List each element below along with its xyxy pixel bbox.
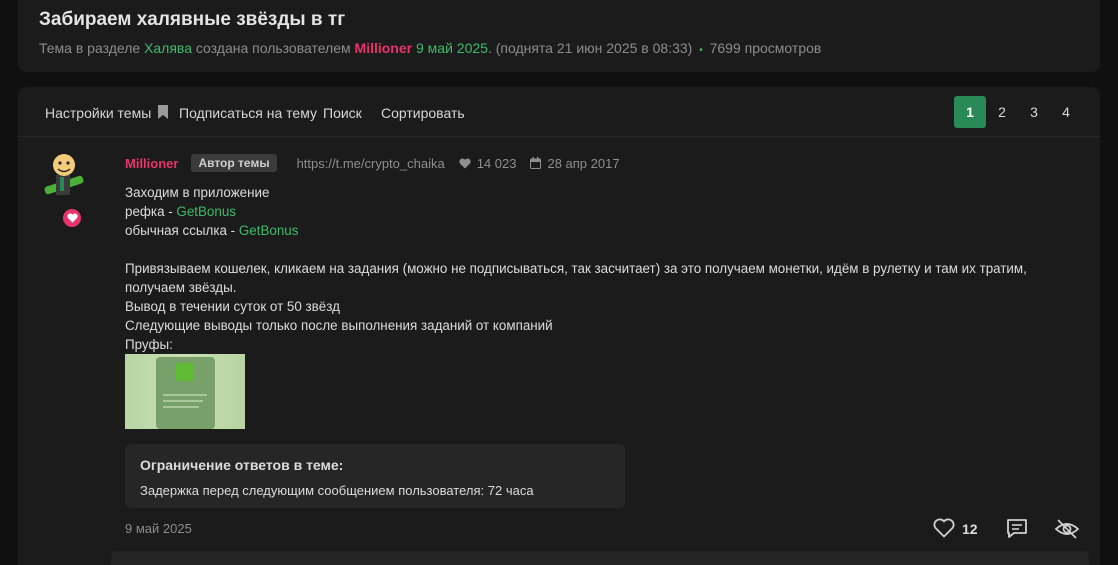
thread-title: Забираем халявные звёзды в тг	[39, 9, 346, 30]
post-date[interactable]: 9 май 2025	[125, 521, 192, 536]
meta-created: создана пользователем	[195, 40, 351, 56]
posts-card: Настройки темы Подписаться на тему Поиск…	[18, 87, 1100, 565]
heart-badge	[61, 207, 83, 229]
proof-text-line	[163, 406, 199, 408]
page-4[interactable]: 4	[1050, 96, 1082, 128]
like-count: 12	[962, 521, 978, 537]
proof-text-line	[163, 394, 207, 396]
views-count: 7699 просмотров	[709, 40, 822, 56]
calendar-icon	[530, 157, 542, 169]
proof-text-line	[163, 400, 203, 402]
like-icon[interactable]	[933, 518, 955, 538]
post-body: Заходим в приложение рефка - GetBonus об…	[125, 183, 1065, 354]
post-line: рефка - GetBonus	[125, 202, 1065, 221]
hide-icon[interactable]	[1054, 518, 1080, 540]
bumped-info: . (поднята 21 июн 2025 в 08:33)	[487, 40, 693, 56]
thread-author-link[interactable]: Millioner	[355, 40, 413, 56]
ref-link[interactable]: GetBonus	[176, 204, 236, 219]
pagination: 1 2 3 4	[954, 96, 1082, 128]
author-badge: Автор темы	[191, 154, 277, 172]
ref-label: рефка -	[125, 204, 177, 219]
restriction-text: Задержка перед следующим сообщением поль…	[140, 483, 534, 498]
post-header: Millioner Автор темы https://t.me/crypto…	[125, 154, 620, 172]
bookmark-icon[interactable]	[158, 105, 168, 119]
post-line: обычная ссылка - GetBonus	[125, 221, 1065, 240]
gift-icon	[176, 363, 194, 381]
next-post-card	[111, 551, 1089, 565]
post-line: Заходим в приложение	[125, 185, 270, 200]
reg-date: 28 апр 2017	[547, 155, 620, 171]
avatar[interactable]	[38, 151, 90, 203]
thread-toolbar: Настройки темы Подписаться на тему Поиск…	[18, 87, 1100, 137]
section-link[interactable]: Халява	[144, 40, 192, 56]
post-author-link[interactable]: Millioner	[125, 156, 178, 171]
thread-settings-button[interactable]: Настройки темы	[45, 105, 151, 121]
reply-icon[interactable]	[1006, 518, 1028, 539]
page-2[interactable]: 2	[986, 96, 1018, 128]
plain-link[interactable]: GetBonus	[239, 223, 299, 238]
subscribe-button[interactable]: Подписаться на тему	[179, 105, 317, 121]
likes-total: 14 023	[476, 155, 517, 171]
plain-link-label: обычная ссылка -	[125, 223, 239, 238]
proofs-label: Пруфы:	[125, 337, 173, 352]
thread-header: Забираем халявные звёзды в тг Тема в раз…	[18, 0, 1100, 72]
post-paragraph: Привязываем кошелек, кликаем на задания …	[125, 261, 1027, 295]
restriction-title: Ограничение ответов в теме:	[140, 457, 344, 473]
post-paragraph: Вывод в течении суток от 50 звёзд	[125, 299, 340, 314]
meta-prefix: Тема в разделе	[39, 40, 141, 56]
page-3[interactable]: 3	[1018, 96, 1050, 128]
proof-image[interactable]	[125, 354, 245, 429]
profile-link[interactable]: https://t.me/crypto_chaika	[297, 156, 445, 171]
thread-meta: Тема в разделе Халява создана пользовате…	[39, 40, 821, 56]
search-button[interactable]: Поиск	[323, 105, 362, 121]
page-1[interactable]: 1	[954, 96, 986, 128]
heart-icon	[459, 158, 471, 168]
post-paragraph: Следующие выводы только после выполнения…	[125, 318, 553, 333]
reply-restriction-box: Ограничение ответов в теме: Задержка пер…	[125, 444, 625, 508]
meta-dot: •	[699, 45, 703, 56]
sort-button[interactable]: Сортировать	[381, 105, 465, 121]
created-date[interactable]: 9 май 2025	[416, 40, 488, 56]
reg-date-stat: 28 апр 2017	[530, 155, 620, 171]
heart-icon	[66, 213, 78, 223]
likes-total-stat: 14 023	[459, 155, 517, 171]
